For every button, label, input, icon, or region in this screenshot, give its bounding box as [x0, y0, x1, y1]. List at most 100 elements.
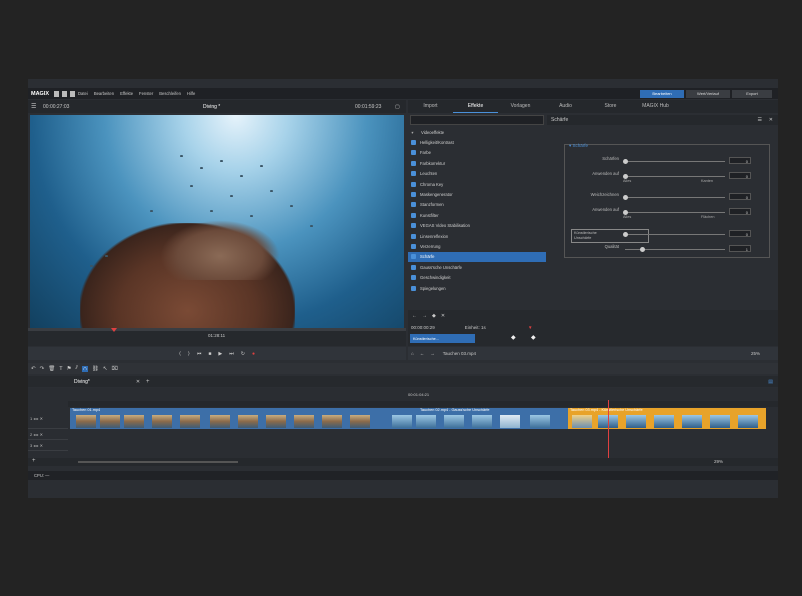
- group-title[interactable]: ▾ Schärfe: [569, 143, 588, 149]
- skip-forward-icon[interactable]: ⏭: [229, 351, 234, 357]
- delete-keyframe-icon[interactable]: ✕: [441, 313, 445, 319]
- effect-item[interactable]: Chroma Key: [408, 179, 546, 189]
- effect-item[interactable]: Farbe: [408, 148, 546, 158]
- forward-icon[interactable]: →: [430, 351, 435, 356]
- effect-item[interactable]: Maskengenerator: [408, 189, 546, 199]
- prev-marker-icon[interactable]: ⟨: [179, 351, 181, 357]
- menu-effekte[interactable]: Effekte: [120, 91, 133, 96]
- keyframe-marker[interactable]: ◆: [511, 334, 516, 341]
- track-header-1[interactable]: 1 ◂ ▸ ✕: [28, 408, 68, 429]
- effects-search-input[interactable]: [410, 115, 544, 125]
- split-icon[interactable]: ⫽: [76, 365, 78, 372]
- tab-audio[interactable]: Audio: [543, 100, 588, 113]
- mode-button-edit[interactable]: Bearbeiten: [640, 89, 684, 98]
- track-header-3[interactable]: 3 ◂ ▸ ✕: [28, 440, 68, 451]
- slider-knob[interactable]: [623, 232, 628, 237]
- value-field[interactable]: 0: [729, 208, 751, 215]
- menu-fenster[interactable]: Fenster: [139, 91, 153, 96]
- value-field[interactable]: 0: [729, 230, 751, 237]
- close-tab-icon[interactable]: ✕: [136, 379, 140, 385]
- timeline-zoom[interactable]: 29%: [714, 459, 723, 464]
- track-header-2[interactable]: 2 ◂ ▸ ✕: [28, 429, 68, 440]
- value-field[interactable]: 0: [729, 193, 751, 200]
- effect-item[interactable]: Spiegelungen: [408, 283, 546, 293]
- timeline-scrollbar[interactable]: [78, 461, 238, 463]
- close-panel-icon[interactable]: ✕: [769, 117, 773, 123]
- value-field[interactable]: 0: [729, 172, 751, 179]
- tab-magix-hub[interactable]: MAGIX Hub: [633, 100, 678, 113]
- effect-item[interactable]: VEGAS Video Stabilisation: [408, 221, 546, 231]
- loop-icon[interactable]: ↻: [241, 351, 245, 357]
- keyframe-playhead[interactable]: ▼: [528, 325, 532, 330]
- browser-zoom[interactable]: 25%: [751, 351, 760, 356]
- slider-knob[interactable]: [640, 247, 645, 252]
- menu-bearbeiten[interactable]: Bearbeiten: [94, 91, 114, 96]
- next-keyframe-icon[interactable]: →: [422, 313, 427, 319]
- slider-track[interactable]: [625, 197, 725, 198]
- menu-hilfe[interactable]: Hilfe: [187, 91, 195, 96]
- effects-category[interactable]: ▾ Videoeffekte: [408, 127, 546, 137]
- timeline-playhead[interactable]: [608, 400, 609, 464]
- mode-button-export[interactable]: Export: [732, 89, 772, 98]
- effect-item[interactable]: Linsenreflexion: [408, 231, 546, 241]
- prev-keyframe-icon[interactable]: ←: [412, 313, 417, 319]
- value-field[interactable]: 1: [729, 245, 751, 252]
- add-keyframe-icon[interactable]: ◆: [432, 313, 436, 319]
- value-field[interactable]: 0: [729, 157, 751, 164]
- next-marker-icon[interactable]: ⟩: [188, 351, 190, 357]
- clip-tauchen-02[interactable]: Tauchen 02.mp4 - Gauss'sche Unschärfe: [390, 408, 568, 429]
- save-icon[interactable]: [62, 90, 68, 97]
- play-icon[interactable]: ▶: [218, 351, 222, 357]
- effect-item[interactable]: Farbkorrektur: [408, 158, 546, 168]
- clip-tauchen-01[interactable]: Tauchen 01.mp4: [70, 408, 390, 429]
- tab-store[interactable]: Store: [588, 100, 633, 113]
- menu-beschleifen[interactable]: Beschleifen: [159, 91, 181, 96]
- effect-item[interactable]: Verzerrung: [408, 241, 546, 251]
- effect-item[interactable]: Geschwindigkeit: [408, 272, 546, 282]
- add-tab-icon[interactable]: +: [146, 379, 150, 385]
- add-track-icon[interactable]: +: [32, 458, 36, 464]
- undo-icon[interactable]: ↶: [31, 366, 36, 372]
- magnet-icon[interactable]: ∩: [81, 365, 88, 372]
- mouse-mode-icon[interactable]: ↖: [103, 366, 108, 372]
- slider-track[interactable]: [625, 234, 725, 235]
- slider-track[interactable]: [625, 212, 725, 213]
- menu-datei[interactable]: Datei: [78, 91, 88, 96]
- preview-scrubber[interactable]: 01:28:11: [28, 328, 406, 346]
- effect-item[interactable]: Stanzformen: [408, 200, 546, 210]
- fullscreen-icon[interactable]: ▢: [395, 104, 400, 110]
- effect-item-selected[interactable]: Schärfe: [408, 251, 546, 263]
- file-icon[interactable]: [54, 90, 60, 97]
- delete-icon[interactable]: 🗑: [48, 366, 55, 372]
- effect-item[interactable]: Leuchten: [408, 169, 546, 179]
- clip-tauchen-03[interactable]: Tauchen 03.mp4 - Künstlerische Unschärfe: [568, 408, 766, 429]
- slider-knob[interactable]: [623, 159, 628, 164]
- link-icon[interactable]: ⛓: [92, 366, 99, 372]
- slider-track[interactable]: [625, 176, 725, 177]
- effect-item[interactable]: Gauss'sche Unschärfe: [408, 262, 546, 272]
- back-icon[interactable]: ←: [420, 351, 425, 356]
- text-icon[interactable]: T: [59, 366, 62, 372]
- tab-vorlagen[interactable]: Vorlagen: [498, 100, 543, 113]
- folder-icon[interactable]: [70, 90, 76, 97]
- timeline-ruler[interactable]: [68, 401, 778, 407]
- home-icon[interactable]: ⌂: [411, 351, 414, 356]
- effect-item[interactable]: Helligkeit/Kontrast: [408, 137, 546, 147]
- view-mode-icon[interactable]: ▤: [768, 379, 773, 385]
- tab-import[interactable]: Import: [408, 100, 453, 113]
- menu-icon[interactable]: ☰: [758, 117, 762, 123]
- record-icon[interactable]: ●: [252, 351, 255, 357]
- marker-icon[interactable]: ⚑: [67, 366, 72, 372]
- slider-track[interactable]: [625, 161, 725, 162]
- project-tab[interactable]: Diving*: [74, 379, 90, 385]
- stop-icon[interactable]: ■: [208, 351, 211, 357]
- scrub-marker[interactable]: [111, 328, 117, 332]
- tab-effekte[interactable]: Effekte: [453, 100, 498, 113]
- redo-icon[interactable]: ↷: [40, 366, 45, 372]
- hamburger-icon[interactable]: ☰: [31, 103, 36, 110]
- skip-back-icon[interactable]: ⏮: [197, 351, 202, 357]
- keyframe-marker[interactable]: ◆: [531, 334, 536, 341]
- slider-knob[interactable]: [623, 195, 628, 200]
- mode-button-value[interactable]: Wert/Verlauf: [686, 89, 730, 98]
- keyframe-track-label[interactable]: Künstlerische...: [410, 334, 475, 343]
